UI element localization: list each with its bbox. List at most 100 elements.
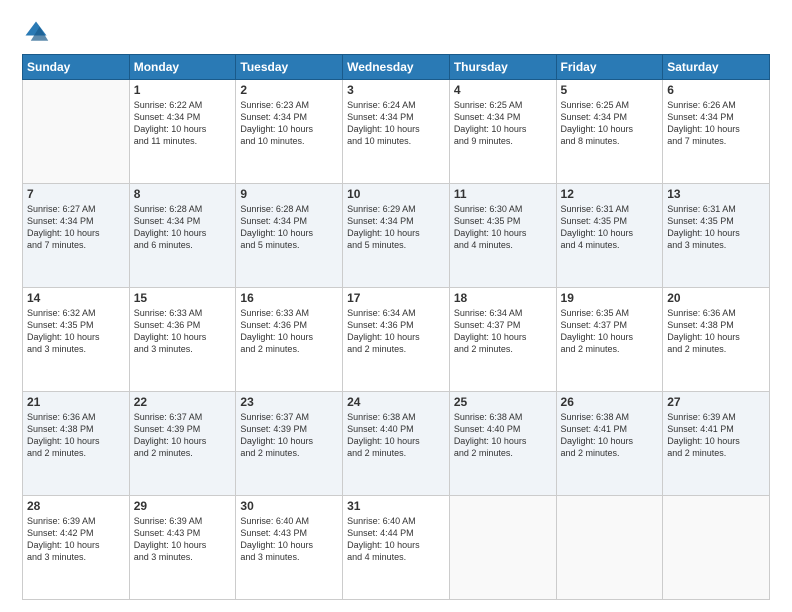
day-number: 18	[454, 291, 552, 305]
calendar-cell: 15 Sunrise: 6:33 AM Sunset: 4:36 PM Dayli…	[129, 288, 236, 392]
day-info: Sunrise: 6:36 AM Sunset: 4:38 PM Dayligh…	[667, 307, 765, 356]
calendar-cell	[23, 80, 130, 184]
day-info: Sunrise: 6:34 AM Sunset: 4:37 PM Dayligh…	[454, 307, 552, 356]
day-number: 22	[134, 395, 232, 409]
day-number: 3	[347, 83, 445, 97]
day-number: 8	[134, 187, 232, 201]
calendar-cell: 17 Sunrise: 6:34 AM Sunset: 4:36 PM Dayli…	[343, 288, 450, 392]
calendar-cell: 22 Sunrise: 6:37 AM Sunset: 4:39 PM Dayli…	[129, 392, 236, 496]
day-number: 13	[667, 187, 765, 201]
day-info: Sunrise: 6:38 AM Sunset: 4:40 PM Dayligh…	[454, 411, 552, 460]
day-info: Sunrise: 6:22 AM Sunset: 4:34 PM Dayligh…	[134, 99, 232, 148]
header	[22, 18, 770, 46]
day-number: 6	[667, 83, 765, 97]
calendar-cell: 6Sunrise: 6:26 AM Sunset: 4:34 PM Daylig…	[663, 80, 770, 184]
day-number: 17	[347, 291, 445, 305]
calendar-cell: 21 Sunrise: 6:36 AM Sunset: 4:38 PM Dayli…	[23, 392, 130, 496]
calendar-cell: 27Sunrise: 6:39 AM Sunset: 4:41 PM Dayli…	[663, 392, 770, 496]
calendar-header-row: SundayMondayTuesdayWednesdayThursdayFrid…	[23, 55, 770, 80]
day-info: Sunrise: 6:28 AM Sunset: 4:34 PM Dayligh…	[240, 203, 338, 252]
calendar-week-5: 28 Sunrise: 6:39 AM Sunset: 4:42 PM Dayli…	[23, 496, 770, 600]
calendar-header-monday: Monday	[129, 55, 236, 80]
calendar-cell	[449, 496, 556, 600]
page: SundayMondayTuesdayWednesdayThursdayFrid…	[0, 0, 792, 612]
day-info: Sunrise: 6:37 AM Sunset: 4:39 PM Dayligh…	[240, 411, 338, 460]
logo-icon	[22, 18, 50, 46]
calendar-cell: 3 Sunrise: 6:24 AM Sunset: 4:34 PM Daylig…	[343, 80, 450, 184]
calendar-week-3: 14Sunrise: 6:32 AM Sunset: 4:35 PM Dayli…	[23, 288, 770, 392]
day-number: 10	[347, 187, 445, 201]
calendar-header-thursday: Thursday	[449, 55, 556, 80]
calendar-cell: 8 Sunrise: 6:28 AM Sunset: 4:34 PM Daylig…	[129, 184, 236, 288]
day-info: Sunrise: 6:25 AM Sunset: 4:34 PM Dayligh…	[561, 99, 659, 148]
day-number: 20	[667, 291, 765, 305]
calendar-cell: 4 Sunrise: 6:25 AM Sunset: 4:34 PM Daylig…	[449, 80, 556, 184]
day-number: 29	[134, 499, 232, 513]
calendar-cell: 16Sunrise: 6:33 AM Sunset: 4:36 PM Dayli…	[236, 288, 343, 392]
day-info: Sunrise: 6:29 AM Sunset: 4:34 PM Dayligh…	[347, 203, 445, 252]
calendar-header-friday: Friday	[556, 55, 663, 80]
day-number: 23	[240, 395, 338, 409]
day-info: Sunrise: 6:23 AM Sunset: 4:34 PM Dayligh…	[240, 99, 338, 148]
calendar-week-1: 1Sunrise: 6:22 AM Sunset: 4:34 PM Daylig…	[23, 80, 770, 184]
day-number: 12	[561, 187, 659, 201]
calendar-cell: 14Sunrise: 6:32 AM Sunset: 4:35 PM Dayli…	[23, 288, 130, 392]
day-number: 25	[454, 395, 552, 409]
calendar-cell: 2 Sunrise: 6:23 AM Sunset: 4:34 PM Daylig…	[236, 80, 343, 184]
calendar-cell: 18 Sunrise: 6:34 AM Sunset: 4:37 PM Dayli…	[449, 288, 556, 392]
day-number: 5	[561, 83, 659, 97]
day-number: 7	[27, 187, 125, 201]
day-info: Sunrise: 6:36 AM Sunset: 4:38 PM Dayligh…	[27, 411, 125, 460]
day-info: Sunrise: 6:38 AM Sunset: 4:41 PM Dayligh…	[561, 411, 659, 460]
day-number: 26	[561, 395, 659, 409]
day-info: Sunrise: 6:33 AM Sunset: 4:36 PM Dayligh…	[134, 307, 232, 356]
day-info: Sunrise: 6:25 AM Sunset: 4:34 PM Dayligh…	[454, 99, 552, 148]
day-info: Sunrise: 6:31 AM Sunset: 4:35 PM Dayligh…	[561, 203, 659, 252]
day-info: Sunrise: 6:39 AM Sunset: 4:42 PM Dayligh…	[27, 515, 125, 564]
calendar-cell: 12 Sunrise: 6:31 AM Sunset: 4:35 PM Dayli…	[556, 184, 663, 288]
calendar-cell: 13 Sunrise: 6:31 AM Sunset: 4:35 PM Dayli…	[663, 184, 770, 288]
calendar-cell: 25 Sunrise: 6:38 AM Sunset: 4:40 PM Dayli…	[449, 392, 556, 496]
calendar-header-sunday: Sunday	[23, 55, 130, 80]
day-info: Sunrise: 6:39 AM Sunset: 4:43 PM Dayligh…	[134, 515, 232, 564]
day-info: Sunrise: 6:24 AM Sunset: 4:34 PM Dayligh…	[347, 99, 445, 148]
day-number: 9	[240, 187, 338, 201]
calendar-week-2: 7Sunrise: 6:27 AM Sunset: 4:34 PM Daylig…	[23, 184, 770, 288]
day-info: Sunrise: 6:28 AM Sunset: 4:34 PM Dayligh…	[134, 203, 232, 252]
day-number: 14	[27, 291, 125, 305]
logo	[22, 18, 54, 46]
day-number: 30	[240, 499, 338, 513]
calendar-cell: 20 Sunrise: 6:36 AM Sunset: 4:38 PM Dayli…	[663, 288, 770, 392]
calendar-cell	[663, 496, 770, 600]
day-info: Sunrise: 6:35 AM Sunset: 4:37 PM Dayligh…	[561, 307, 659, 356]
calendar-cell	[556, 496, 663, 600]
calendar-cell: 5 Sunrise: 6:25 AM Sunset: 4:34 PM Daylig…	[556, 80, 663, 184]
day-number: 19	[561, 291, 659, 305]
calendar-cell: 24Sunrise: 6:38 AM Sunset: 4:40 PM Dayli…	[343, 392, 450, 496]
calendar-cell: 23 Sunrise: 6:37 AM Sunset: 4:39 PM Dayli…	[236, 392, 343, 496]
calendar-cell: 19 Sunrise: 6:35 AM Sunset: 4:37 PM Dayli…	[556, 288, 663, 392]
day-info: Sunrise: 6:30 AM Sunset: 4:35 PM Dayligh…	[454, 203, 552, 252]
day-info: Sunrise: 6:37 AM Sunset: 4:39 PM Dayligh…	[134, 411, 232, 460]
calendar-week-4: 21 Sunrise: 6:36 AM Sunset: 4:38 PM Dayli…	[23, 392, 770, 496]
day-info: Sunrise: 6:34 AM Sunset: 4:36 PM Dayligh…	[347, 307, 445, 356]
calendar-cell: 31 Sunrise: 6:40 AM Sunset: 4:44 PM Dayli…	[343, 496, 450, 600]
day-info: Sunrise: 6:40 AM Sunset: 4:43 PM Dayligh…	[240, 515, 338, 564]
day-number: 24	[347, 395, 445, 409]
day-number: 16	[240, 291, 338, 305]
calendar-cell: 11Sunrise: 6:30 AM Sunset: 4:35 PM Dayli…	[449, 184, 556, 288]
calendar-cell: 29 Sunrise: 6:39 AM Sunset: 4:43 PM Dayli…	[129, 496, 236, 600]
calendar-cell: 28 Sunrise: 6:39 AM Sunset: 4:42 PM Dayli…	[23, 496, 130, 600]
day-number: 31	[347, 499, 445, 513]
calendar-cell: 9 Sunrise: 6:28 AM Sunset: 4:34 PM Daylig…	[236, 184, 343, 288]
calendar-cell: 30 Sunrise: 6:40 AM Sunset: 4:43 PM Dayli…	[236, 496, 343, 600]
day-number: 4	[454, 83, 552, 97]
day-number: 28	[27, 499, 125, 513]
day-number: 15	[134, 291, 232, 305]
calendar-cell: 1Sunrise: 6:22 AM Sunset: 4:34 PM Daylig…	[129, 80, 236, 184]
day-info: Sunrise: 6:31 AM Sunset: 4:35 PM Dayligh…	[667, 203, 765, 252]
day-info: Sunrise: 6:40 AM Sunset: 4:44 PM Dayligh…	[347, 515, 445, 564]
day-number: 2	[240, 83, 338, 97]
calendar-cell: 10 Sunrise: 6:29 AM Sunset: 4:34 PM Dayli…	[343, 184, 450, 288]
day-number: 21	[27, 395, 125, 409]
